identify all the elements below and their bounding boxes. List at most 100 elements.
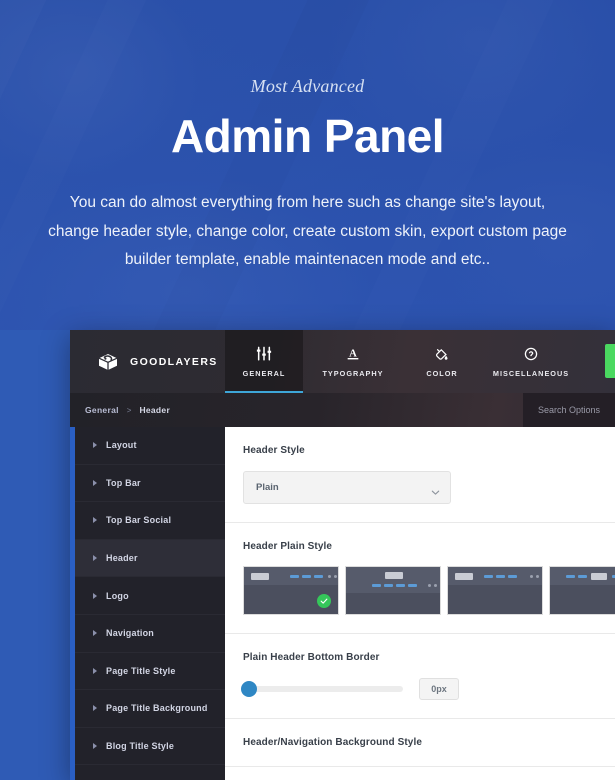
thumb-nav-item [302, 575, 311, 578]
sidebar-item-page-title-style[interactable]: Page Title Style [75, 653, 225, 691]
thumb-header-bar [346, 567, 440, 593]
save-button[interactable] [605, 344, 615, 378]
thumb-nav-item [396, 584, 405, 587]
page-title: Admin Panel [170, 110, 445, 162]
thumb-logo [591, 573, 607, 580]
thumb-icon-dot [334, 575, 337, 578]
thumb-logo [251, 573, 269, 580]
header-style-value: Plain [256, 482, 279, 493]
sidebar-item-label: Page Title Background [106, 703, 208, 714]
sidebar-item-label: Header [106, 553, 138, 564]
chevron-right-icon [93, 705, 97, 712]
slider-handle[interactable] [241, 681, 257, 697]
thumb-icon-dot [328, 575, 331, 578]
breadcrumb: General > Header [70, 405, 170, 415]
thumb-icon-dot [434, 584, 437, 587]
bottom-border-slider[interactable] [241, 681, 403, 697]
chevron-right-icon [93, 479, 97, 486]
field-label: Header/Navigation Background Style [243, 737, 423, 748]
tab-color[interactable]: COLOR [403, 330, 481, 393]
tab-typography[interactable]: A TYPOGRAPHY [303, 330, 403, 393]
header-style-option-logo-left-nav-right-alt[interactable] [447, 566, 543, 615]
header-style-option-logo-center-nav-split[interactable] [549, 566, 615, 615]
search-options-box[interactable]: Search Options [523, 393, 615, 427]
admin-panel-window: GOODLAYERS GENERAL A TYPOGRAPHY COLOR MI… [70, 330, 615, 780]
header-style-option-logo-center-nav-below[interactable] [345, 566, 441, 615]
sidebar-item-blog-title-style[interactable]: Blog Title Style [75, 728, 225, 766]
sidebar-item-top-bar-social[interactable]: Top Bar Social [75, 502, 225, 540]
sidebar-item-page-title-background[interactable]: Page Title Background [75, 690, 225, 728]
chevron-right-icon [93, 517, 97, 524]
tab-miscellaneous[interactable]: MISCELLANEOUS [481, 330, 581, 393]
breadcrumb-bar: General > Header Search Options [70, 393, 615, 427]
sidebar-item-label: Page Title Style [106, 665, 176, 676]
sidebar-item-label: Top Bar [106, 477, 141, 488]
breadcrumb-separator-icon: > [126, 405, 132, 415]
breadcrumb-root[interactable]: General [85, 405, 119, 415]
selected-check-icon [317, 594, 331, 608]
circle-target-icon [523, 345, 539, 362]
thumb-nav-item [508, 575, 517, 578]
sliders-icon [256, 345, 272, 362]
header-style-option-logo-left-nav-right[interactable] [243, 566, 339, 615]
thumb-nav-item [484, 575, 493, 578]
field-plain-header-bottom-border: Plain Header Bottom Border 0px [225, 634, 615, 719]
sidebar-item-top-bar[interactable]: Top Bar [75, 465, 225, 503]
sidebar-item-label: Top Bar Social [106, 515, 172, 526]
sidebar-item-navigation[interactable]: Navigation [75, 615, 225, 653]
panel-tabs: GENERAL A TYPOGRAPHY COLOR MISCELLANEOUS [225, 330, 581, 393]
thumb-icon-dot [530, 575, 533, 578]
brand: GOODLAYERS [70, 330, 225, 393]
paint-bucket-icon [434, 345, 450, 362]
cube-logo-icon [96, 350, 120, 374]
thumb-logo [385, 572, 403, 579]
sidebar: Layout Top Bar Top Bar Social Header Log… [70, 427, 225, 780]
thumb-nav-item [290, 575, 299, 578]
chevron-down-icon [431, 484, 440, 495]
bottom-border-value[interactable]: 0px [419, 678, 459, 700]
sidebar-item-logo[interactable]: Logo [75, 577, 225, 615]
sidebar-item-label: Blog Title Style [106, 741, 175, 752]
tab-general-label: GENERAL [242, 369, 286, 378]
field-header-plain-style: Header Plain Style [225, 523, 615, 634]
sidebar-item-layout[interactable]: Layout [75, 427, 225, 465]
chevron-right-icon [93, 442, 97, 449]
field-header-style: Header Style Plain [225, 427, 615, 523]
settings-content: Header Style Plain Header Plain Style Pl… [225, 427, 615, 780]
chevron-right-icon [93, 555, 97, 562]
thumb-nav-item [578, 575, 587, 578]
tab-typography-label: TYPOGRAPHY [322, 369, 384, 378]
field-label: Header Plain Style [243, 541, 333, 552]
letter-a-underline-icon: A [345, 345, 361, 362]
chevron-right-icon [93, 743, 97, 750]
chevron-right-icon [93, 592, 97, 599]
sidebar-item-label: Navigation [106, 628, 155, 639]
field-header-nav-background-style: Header/Navigation Background Style [225, 719, 615, 767]
sidebar-item-header[interactable]: Header [75, 539, 225, 578]
thumb-icon-dot [428, 584, 431, 587]
chevron-right-icon [93, 667, 97, 674]
thumb-nav-item [496, 575, 505, 578]
thumb-nav-item [314, 575, 323, 578]
brand-name: GOODLAYERS [130, 355, 218, 368]
field-label: Header Style [243, 445, 305, 456]
thumb-nav-item [372, 584, 381, 587]
breadcrumb-current: Header [139, 405, 171, 415]
panel-topbar: GOODLAYERS GENERAL A TYPOGRAPHY COLOR MI… [70, 330, 615, 393]
hero-banner: Most Advanced Admin Panel You can do alm… [0, 0, 615, 330]
chevron-right-icon [93, 630, 97, 637]
search-input[interactable]: Search Options [538, 405, 600, 415]
panel-body: Layout Top Bar Top Bar Social Header Log… [70, 427, 615, 780]
header-style-select[interactable]: Plain [243, 471, 451, 504]
tab-general[interactable]: GENERAL [225, 330, 303, 393]
hero-description: You can do almost everything from here s… [48, 194, 567, 269]
sidebar-item-label: Logo [106, 590, 129, 601]
header-plain-style-options [243, 566, 615, 615]
tab-color-label: COLOR [426, 369, 458, 378]
thumb-logo [455, 573, 473, 580]
tab-miscellaneous-label: MISCELLANEOUS [492, 369, 570, 378]
thumb-nav-item [566, 575, 575, 578]
hero-eyebrow: Most Advanced [250, 76, 365, 96]
thumb-nav-item [384, 584, 393, 587]
sidebar-item-label: Layout [106, 440, 137, 451]
